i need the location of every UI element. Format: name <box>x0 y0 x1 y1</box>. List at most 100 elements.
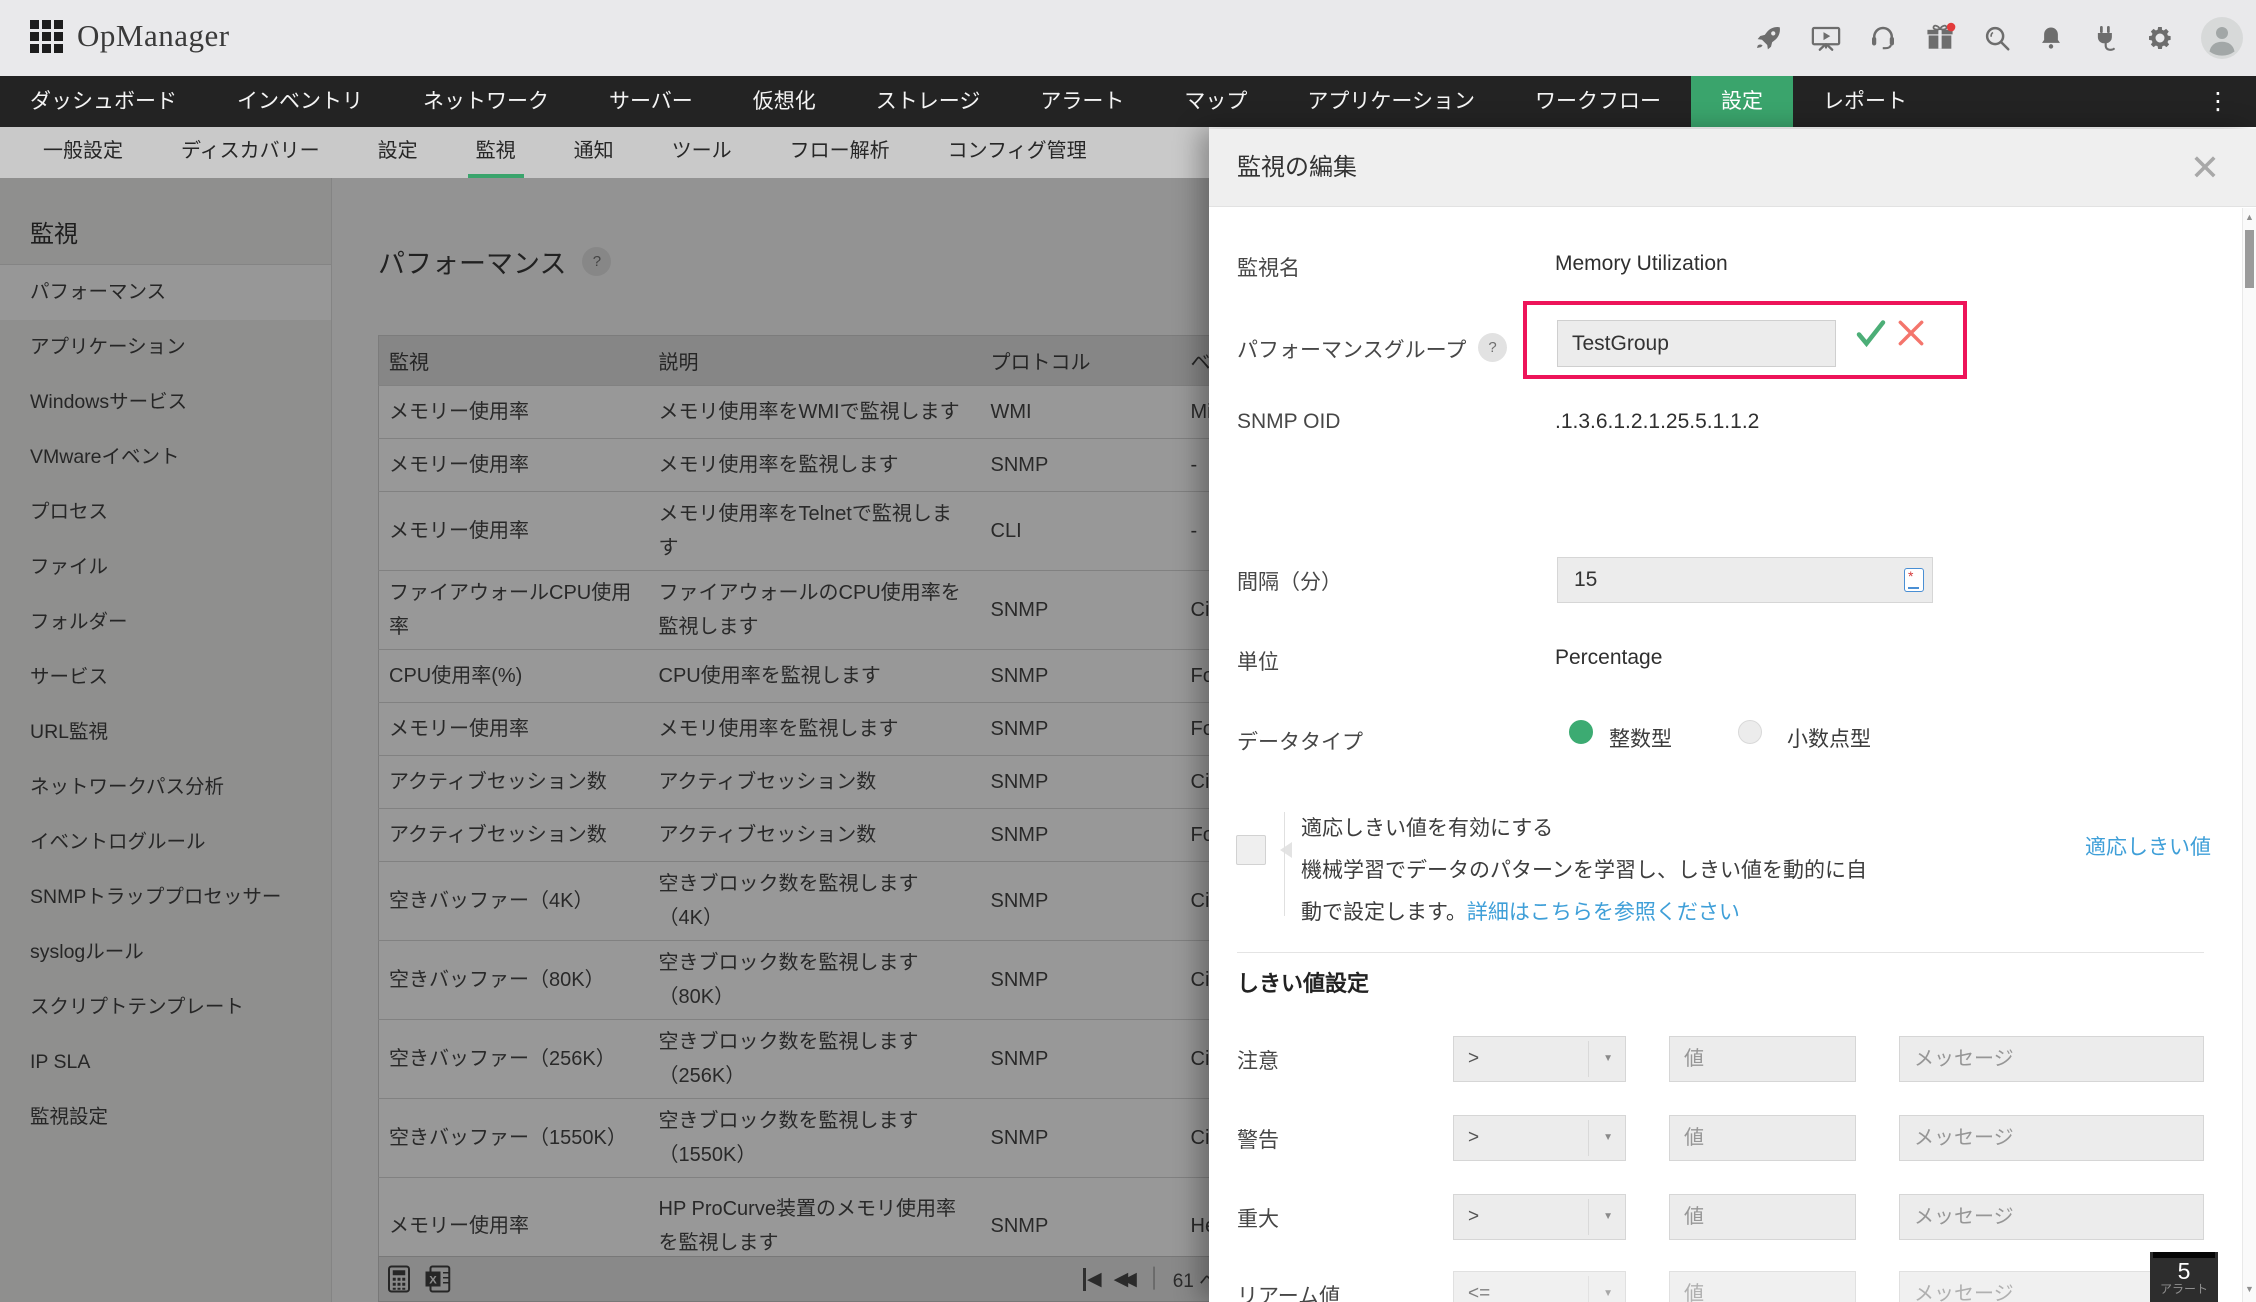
topbar-icons <box>1754 0 2248 76</box>
radio-decimal[interactable] <box>1738 720 1762 744</box>
chevron-down-icon: ▼ <box>1603 1195 1613 1239</box>
snmp-oid-label: SNMP OID <box>1237 410 1340 434</box>
subnav-item-1[interactable]: ディスカバリー <box>152 127 349 178</box>
adaptive-threshold-link[interactable]: 適応しきい値 <box>2085 831 2211 861</box>
perf-group-help-icon[interactable]: ? <box>1478 333 1507 362</box>
chevron-down-icon: ▼ <box>1603 1037 1613 1081</box>
select-separator <box>1588 1041 1589 1077</box>
scroll-down-icon[interactable]: ▼ <box>2243 1284 2256 1294</box>
operator-value: > <box>1468 1116 1479 1160</box>
nav-item-4[interactable]: 仮想化 <box>723 76 846 127</box>
nav-item-0[interactable]: ダッシュボード <box>0 76 207 127</box>
nav-kebab-icon[interactable]: ⋮ <box>2180 76 2256 127</box>
nav-item-1[interactable]: インベントリ <box>207 76 393 127</box>
threshold-section-title: しきい値設定 <box>1237 966 1369 998</box>
nav-item-11[interactable]: レポート <box>1793 76 1937 127</box>
subnav-item-7[interactable]: コンフィグ管理 <box>919 127 1116 178</box>
support-headset-icon[interactable] <box>1868 23 1898 53</box>
perf-group-label: パフォーマンスグループ <box>1237 334 1466 364</box>
nav-item-7[interactable]: マップ <box>1154 76 1277 127</box>
adaptive-threshold-text: 適応しきい値を有効にする 機械学習でデータのパターンを学習し、しきい値を動的に自… <box>1301 808 1881 934</box>
panel-header: 監視の編集 ✕ <box>1209 129 2256 207</box>
threshold-label: リアーム値 <box>1237 1280 1340 1302</box>
snmp-oid-value: .1.3.6.1.2.1.25.5.1.1.2 <box>1555 410 1759 434</box>
app-logo[interactable]: OpManager <box>30 18 230 54</box>
unit-label: 単位 <box>1237 646 1279 676</box>
demo-video-icon[interactable] <box>1809 23 1843 53</box>
perf-group-input[interactable] <box>1557 320 1836 367</box>
interval-input[interactable]: 15 * <box>1557 557 1933 603</box>
subnav-item-5[interactable]: ツール <box>643 127 761 178</box>
nav-item-10[interactable]: 設定 <box>1691 76 1793 127</box>
threshold-message-input[interactable] <box>1899 1194 2204 1240</box>
threshold-operator-select[interactable]: >▼ <box>1453 1036 1626 1082</box>
field-macro-icon[interactable]: * <box>1904 568 1924 592</box>
select-separator <box>1588 1276 1589 1302</box>
operator-value: > <box>1468 1195 1479 1239</box>
operator-value: <= <box>1468 1272 1490 1302</box>
perf-group-highlight-box <box>1523 301 1967 379</box>
threshold-value-input[interactable] <box>1669 1194 1856 1240</box>
interval-label: 間隔（分） <box>1237 566 1342 596</box>
unit-value: Percentage <box>1555 646 1662 670</box>
threshold-operator-select[interactable]: <=▼ <box>1453 1271 1626 1302</box>
feedback-plug-icon[interactable] <box>2090 23 2120 53</box>
alert-count: 5 <box>2150 1259 2218 1283</box>
scroll-up-icon[interactable]: ▲ <box>2243 212 2256 222</box>
cancel-x-icon[interactable] <box>1895 317 1927 354</box>
threshold-value-input[interactable] <box>1669 1115 1856 1161</box>
monitor-name-value: Memory Utilization <box>1555 252 1728 276</box>
threshold-message-input[interactable] <box>1899 1115 2204 1161</box>
threshold-operator-select[interactable]: >▼ <box>1453 1194 1626 1240</box>
settings-gear-icon[interactable] <box>2145 23 2175 53</box>
operator-value: > <box>1468 1037 1479 1081</box>
modal-overlay <box>0 178 1209 1302</box>
nav-item-5[interactable]: ストレージ <box>846 76 1011 127</box>
panel-scrollbar[interactable]: ▲ ▼ <box>2242 208 2256 1302</box>
nav-item-2[interactable]: ネットワーク <box>393 76 579 127</box>
subnav-item-2[interactable]: 設定 <box>349 127 447 178</box>
threshold-label: 警告 <box>1237 1124 1279 1154</box>
nav-item-6[interactable]: アラート <box>1010 76 1154 127</box>
subnav-item-6[interactable]: フロー解析 <box>761 127 919 178</box>
app-grid-icon <box>30 20 63 53</box>
select-separator <box>1588 1120 1589 1156</box>
interval-value: 15 <box>1574 558 1597 602</box>
alert-count-widget[interactable]: 5 アラート <box>2150 1252 2218 1302</box>
gift-icon[interactable] <box>1923 21 1957 55</box>
pointer-triangle <box>1272 842 1292 858</box>
nav-item-3[interactable]: サーバー <box>579 76 723 127</box>
radio-integer-label: 整数型 <box>1609 723 1672 753</box>
threshold-message-input[interactable] <box>1899 1036 2204 1082</box>
threshold-label: 注意 <box>1237 1045 1279 1075</box>
adaptive-detail-link[interactable]: 詳細はこちらを参照ください <box>1467 901 1740 924</box>
threshold-value-input[interactable] <box>1669 1036 1856 1082</box>
monitor-name-label: 監視名 <box>1237 252 1300 282</box>
subnav-item-0[interactable]: 一般設定 <box>14 127 152 178</box>
adaptive-divider-line <box>1284 812 1285 916</box>
threshold-operator-select[interactable]: >▼ <box>1453 1115 1626 1161</box>
confirm-check-icon[interactable] <box>1853 315 1889 356</box>
threshold-label: 重大 <box>1237 1203 1279 1233</box>
radio-integer[interactable] <box>1569 720 1593 744</box>
datatype-label: データタイプ <box>1237 726 1363 756</box>
edit-monitor-panel: 監視の編集 ✕ 監視名 Memory Utilization パフォーマンスグル… <box>1209 129 2256 1302</box>
settings-subnav: 一般設定ディスカバリー設定監視通知ツールフロー解析コンフィグ管理 <box>0 127 1209 178</box>
rocket-icon[interactable] <box>1754 23 1784 53</box>
section-divider <box>1237 952 2204 953</box>
nav-item-8[interactable]: アプリケーション <box>1277 76 1505 127</box>
notification-bell-icon[interactable] <box>2037 23 2065 53</box>
topbar: OpManager <box>0 0 2256 76</box>
search-icon[interactable] <box>1982 23 2012 53</box>
threshold-value-input[interactable] <box>1669 1271 1856 1302</box>
main-nav: ダッシュボードインベントリネットワークサーバー仮想化ストレージアラートマップアプ… <box>0 76 2256 127</box>
close-icon[interactable]: ✕ <box>2190 147 2220 189</box>
subnav-item-3[interactable]: 監視 <box>447 127 545 178</box>
user-avatar-icon[interactable] <box>2200 16 2244 60</box>
subnav-item-4[interactable]: 通知 <box>545 127 643 178</box>
adaptive-threshold-checkbox[interactable] <box>1236 835 1266 865</box>
nav-item-9[interactable]: ワークフロー <box>1505 76 1691 127</box>
alert-count-label: アラート <box>2150 1283 2218 1296</box>
scroll-thumb[interactable] <box>2245 230 2254 288</box>
radio-decimal-label: 小数点型 <box>1787 723 1871 753</box>
